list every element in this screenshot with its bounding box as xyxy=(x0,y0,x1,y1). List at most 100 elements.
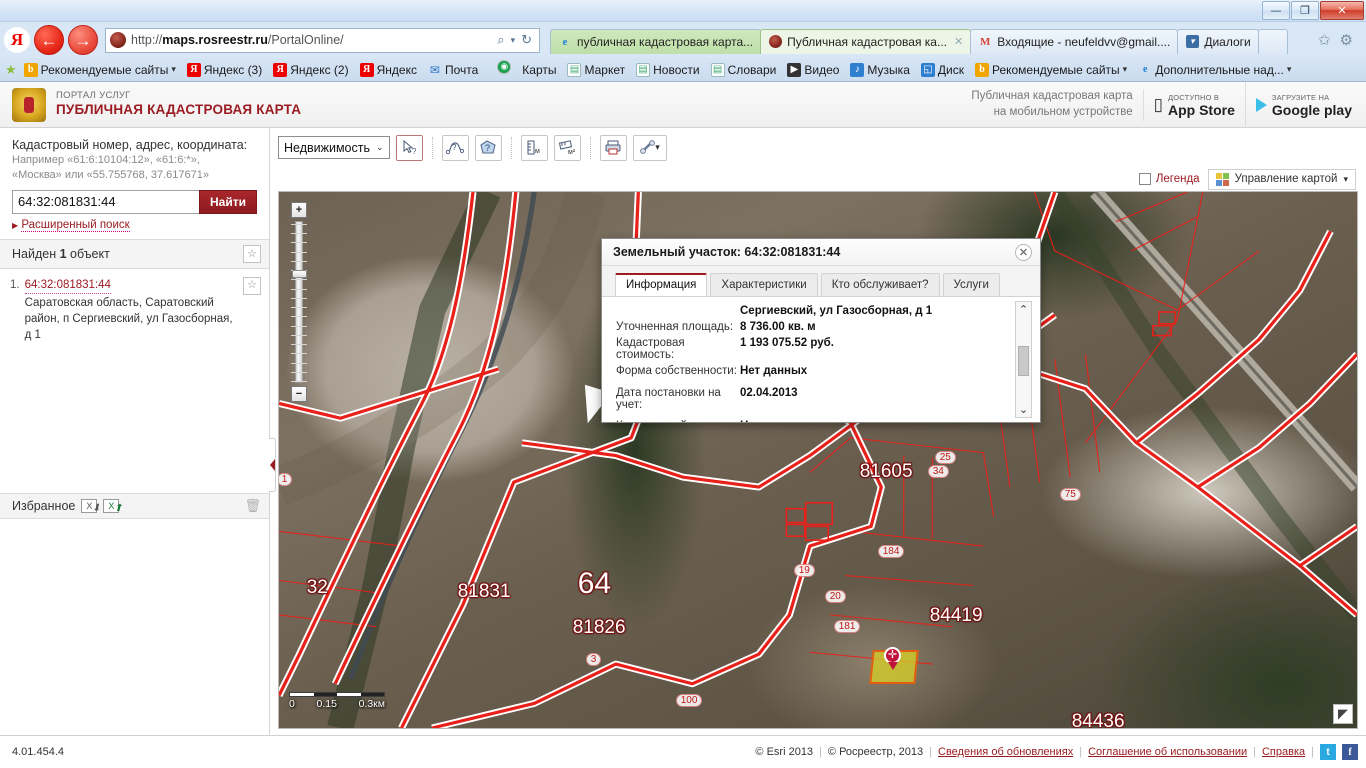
xls-export-icon[interactable]: X ⬆ xyxy=(103,498,122,514)
map-control-label: Управление картой xyxy=(1234,173,1338,185)
legend-toggle[interactable]: Легенда xyxy=(1138,173,1200,185)
disk-icon: ◱ xyxy=(920,62,935,77)
measure-length-button[interactable]: м xyxy=(520,134,548,161)
map-canvas[interactable]: ✛ + − 0 0.15 0.3км ◤ 1 32 81831 64 81826… xyxy=(278,191,1358,729)
favorite-item-recommended-2[interactable]: b Рекомендуемые сайты ▾ xyxy=(971,62,1131,78)
result-cadastral-number[interactable]: 64:32:081831:44 xyxy=(24,277,111,294)
trash-icon[interactable]: 🗑 xyxy=(244,498,261,514)
xls-import-icon[interactable]: X ⬇ xyxy=(81,498,100,514)
scroll-down-icon[interactable]: ⌄ xyxy=(1019,402,1028,417)
add-favorite-icon[interactable]: ★ xyxy=(5,62,17,78)
favorite-item-yandex-2[interactable]: Я Яндекс (2) xyxy=(269,62,352,78)
favorite-label: Видео xyxy=(804,62,840,77)
tab-kto-obsluzhivaet[interactable]: Кто обслуживает? xyxy=(820,273,940,297)
yandex-logo-icon[interactable]: Я xyxy=(4,27,30,53)
line-query-button[interactable]: ? xyxy=(441,134,469,161)
appstore-badge[interactable]: ▯ Доступно в App Store xyxy=(1144,82,1246,128)
favorite-item-mail[interactable]: ✉ Почта xyxy=(424,62,482,78)
zoom-out-button[interactable]: − xyxy=(291,386,307,402)
maximize-button[interactable]: ❐ xyxy=(1291,1,1319,20)
yandex-icon: Я xyxy=(273,62,288,77)
googleplay-badge[interactable]: ЗАГРУЗИТЕ НА Google play xyxy=(1246,82,1366,128)
map-resize-handle[interactable]: ◤ xyxy=(1333,704,1353,724)
checkbox-icon[interactable] xyxy=(1138,173,1151,185)
add-all-to-favorites-button[interactable]: ☆ xyxy=(243,244,261,263)
favorite-item-disk[interactable]: ◱ Диск xyxy=(917,62,968,78)
add-to-favorites-button[interactable]: ☆ xyxy=(243,276,261,295)
print-button[interactable] xyxy=(599,134,627,161)
share-link-button[interactable]: ▾ xyxy=(632,134,667,161)
tab-informaciya[interactable]: Информация xyxy=(615,273,708,297)
select-tool-button[interactable]: ? xyxy=(395,134,423,161)
scale-label-0: 0 xyxy=(289,698,295,710)
measure-area-button[interactable]: м² xyxy=(553,134,581,161)
search-button[interactable]: Найти xyxy=(199,189,257,214)
tab-close-icon[interactable]: ✕ xyxy=(954,35,963,48)
zoom-control: + − xyxy=(291,202,307,402)
parcel-info-popup[interactable]: Земельный участок: 64:32:081831:44 ✕ Инф… xyxy=(601,238,1041,423)
list-item[interactable]: 1. 64:32:081831:44 Саратовская область, … xyxy=(10,276,261,343)
popup-value: Нет данных xyxy=(740,365,808,377)
footer-link-help[interactable]: Справка xyxy=(1262,746,1305,758)
favorite-item-music[interactable]: ♪ Музыка xyxy=(846,62,913,78)
scroll-up-icon[interactable]: ⌃ xyxy=(1019,302,1028,317)
favorite-item-recommended[interactable]: b Рекомендуемые сайты ▾ xyxy=(20,62,180,78)
chevron-down-icon: ▾ xyxy=(1286,64,1292,74)
popup-close-button[interactable]: ✕ xyxy=(1015,243,1032,261)
zoom-slider-track[interactable] xyxy=(291,221,307,383)
favorite-item-dictionary[interactable]: ▤ Словари xyxy=(707,62,781,78)
favorite-item-market[interactable]: ▤ Маркет xyxy=(563,62,629,78)
polygon-query-button[interactable]: ? xyxy=(474,134,502,161)
toolbar-separator xyxy=(589,136,591,159)
back-button[interactable]: ← xyxy=(34,25,64,55)
forward-button[interactable]: → xyxy=(68,25,98,55)
map-control-dropdown[interactable]: Управление картой ▾ xyxy=(1207,168,1356,190)
tab-uslugi[interactable]: Услуги xyxy=(942,273,1000,297)
favorite-item-addons[interactable]: e Дополнительные над... ▾ xyxy=(1134,62,1295,78)
scale-bar: 0 0.15 0.3км xyxy=(289,692,385,710)
search-icon[interactable]: ⌕ xyxy=(497,32,504,48)
browser-tab[interactable]: M Входящие - neufeldvv@gmail.... xyxy=(970,28,1179,54)
scale-bar-labels: 0 0.15 0.3км xyxy=(289,698,385,710)
refresh-icon[interactable]: ↻ xyxy=(521,32,532,48)
gear-icon[interactable]: ⚙ xyxy=(1340,31,1353,49)
advanced-search-link[interactable]: ▶ Расширенный поиск xyxy=(12,218,257,232)
zoom-slider-thumb[interactable] xyxy=(292,270,307,278)
toolbar-separator xyxy=(510,136,512,159)
popup-title: Земельный участок: 64:32:081831:44 xyxy=(613,245,841,259)
footer-link-updates[interactable]: Сведения об обновлениях xyxy=(938,746,1073,758)
scrollbar-thumb[interactable] xyxy=(1018,346,1029,376)
copyright-esri: © Esri 2013 xyxy=(755,746,814,758)
browser-tab[interactable]: e публичная кадастровая карта... xyxy=(550,28,762,54)
chevron-down-icon[interactable]: ▾ xyxy=(511,35,516,46)
popup-value: 8 736.00 кв. м xyxy=(740,321,816,333)
favorite-item-video[interactable]: ▶ Видео xyxy=(783,62,843,78)
close-button[interactable]: ✕ xyxy=(1320,1,1364,20)
browser-tab-active[interactable]: Публичная кадастровая ка... ✕ xyxy=(760,28,972,54)
layer-select[interactable]: Недвижимость ⌄ xyxy=(278,136,390,159)
favorite-item-maps[interactable]: ◉ Карты xyxy=(485,59,560,81)
copyright-rosreestr: © Росреестр, 2013 xyxy=(827,746,924,758)
zoom-in-button[interactable]: + xyxy=(291,202,307,218)
favorite-item-yandex-3[interactable]: Я Яндекс (3) xyxy=(183,62,266,78)
printer-icon xyxy=(605,140,621,155)
appstore-label: App Store xyxy=(1167,101,1235,118)
table-row: Кадастровая стоимость: 1 193 075.52 руб. xyxy=(602,335,1040,363)
sidebar-collapse-handle[interactable] xyxy=(269,438,276,492)
new-tab-button[interactable] xyxy=(1257,28,1288,54)
minimize-button[interactable]: — xyxy=(1262,1,1290,20)
table-row: Сергиевский, ул Газосборная, д 1 xyxy=(602,303,1040,319)
tab-harakteristiki[interactable]: Характеристики xyxy=(710,273,818,297)
favorite-item-yandex[interactable]: Я Яндекс xyxy=(356,62,421,78)
address-bar[interactable]: http://maps.rosreestr.ru/PortalOnline/ ⌕… xyxy=(105,27,540,53)
browser-tab[interactable]: ▾ Диалоги xyxy=(1177,28,1259,54)
search-input[interactable] xyxy=(12,189,199,214)
map-pin-marker[interactable]: ✛ xyxy=(884,647,902,670)
favorites-star-icon[interactable]: ✩ xyxy=(1318,31,1331,49)
facebook-icon[interactable]: f xyxy=(1342,744,1358,760)
footer-link-agreement[interactable]: Соглашение об использовании xyxy=(1088,746,1247,758)
address-bar-icons: ⌕ ▾ ↻ xyxy=(497,32,535,48)
favorite-item-news[interactable]: ▤ Новости xyxy=(632,62,703,78)
twitter-icon[interactable]: t xyxy=(1320,744,1336,760)
popup-scrollbar[interactable]: ⌃ ⌄ xyxy=(1015,301,1032,418)
